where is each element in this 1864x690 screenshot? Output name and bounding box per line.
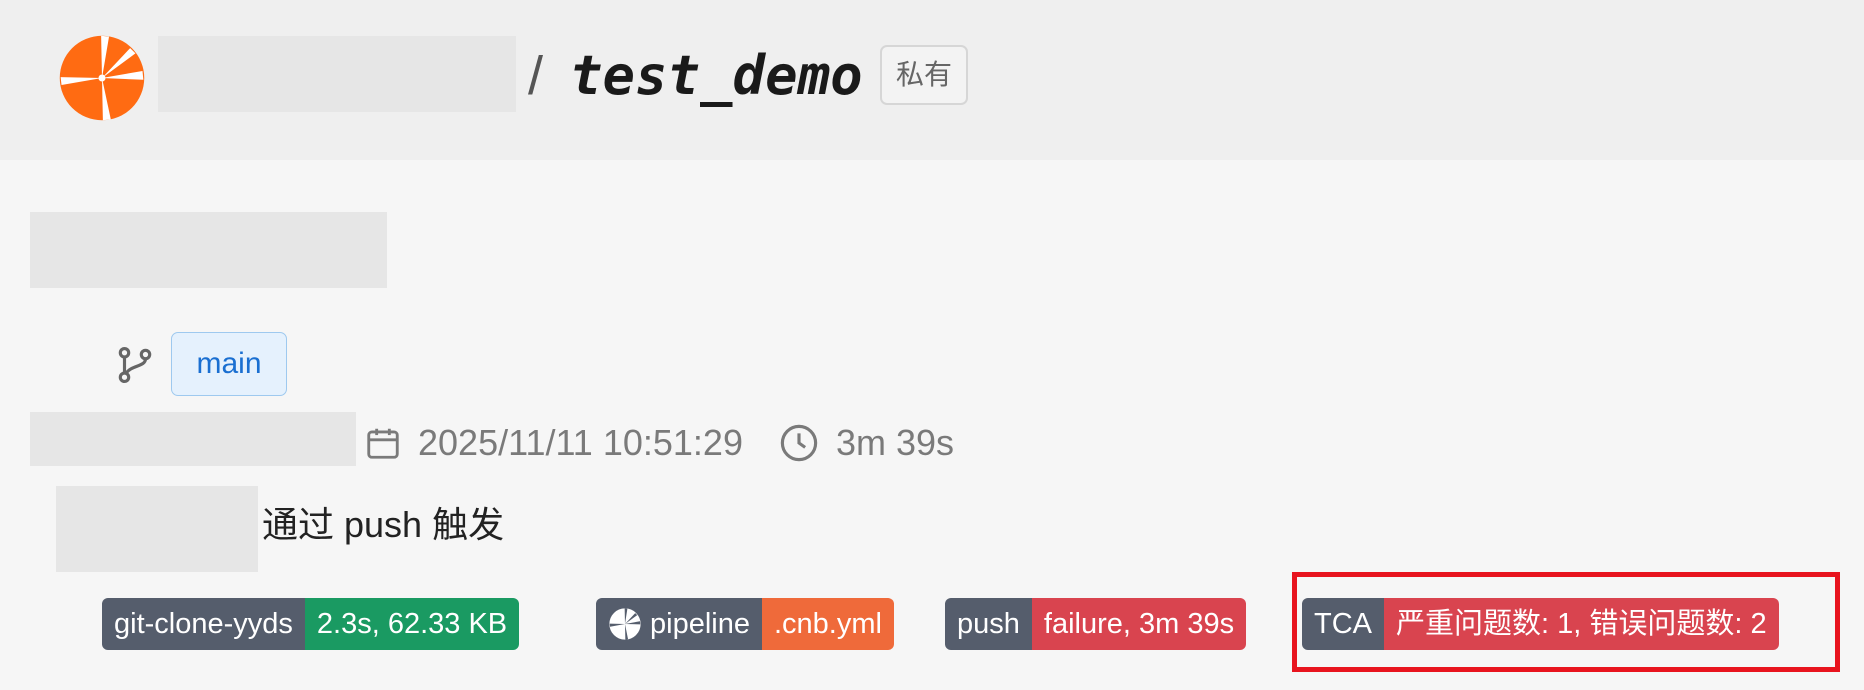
trigger-text: 通过 push 触发 [262, 504, 505, 545]
calendar-icon [367, 428, 399, 459]
build-date: 2025/11/11 10:51:29 [418, 422, 743, 463]
path-separator: / [528, 46, 544, 106]
clock-icon [780, 424, 818, 462]
pinwheel-icon [609, 608, 641, 640]
author-redacted [30, 412, 356, 466]
badge-git-clone[interactable]: git-clone-yyds 2.3s, 62.33 KB [102, 598, 520, 650]
badge-pipeline[interactable]: pipeline .cnb.yml [596, 598, 894, 650]
branch-tag[interactable]: main [171, 332, 287, 396]
badge-label: push [945, 598, 1032, 650]
build-duration: 3m 39s [836, 422, 955, 463]
badge-value: .cnb.yml [761, 598, 894, 650]
badge-value: failure, 3m 39s [1031, 598, 1247, 650]
visibility-badge: 私有 [880, 45, 968, 105]
build-title-redacted [30, 212, 387, 288]
badge-label: git-clone-yyds [102, 598, 305, 650]
logo-icon[interactable] [58, 34, 146, 122]
badge-value: 2.3s, 62.33 KB [304, 598, 520, 650]
badge-label: pipeline [650, 608, 750, 640]
owner-name-redacted[interactable] [158, 36, 516, 112]
trigger-user-redacted [56, 486, 258, 572]
badge-push[interactable]: push failure, 3m 39s [945, 598, 1247, 650]
repo-name[interactable]: test_demo [570, 36, 863, 116]
git-branch-icon [118, 346, 152, 384]
repo-header: / test_demo 私有 [0, 0, 1864, 160]
highlight-annotation [1292, 572, 1840, 672]
